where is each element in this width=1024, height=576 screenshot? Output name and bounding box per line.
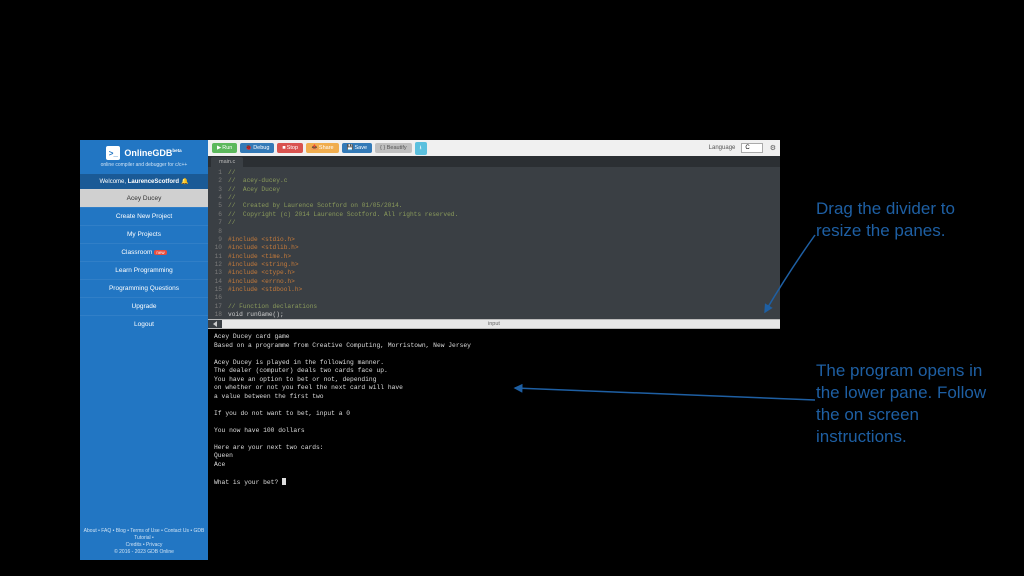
debug-button[interactable]: 🐞 Debug xyxy=(240,143,274,153)
language-label: Language xyxy=(709,145,736,151)
logo-area: >_ OnlineGDBbeta online compiler and deb… xyxy=(80,140,208,174)
sidebar-item-classroom[interactable]: Classroomnew xyxy=(80,243,208,261)
welcome-bar: Welcome, LaurenceScotford🔔 xyxy=(80,174,208,189)
sidebar-footer: About • FAQ • Blog • Terms of Use • Cont… xyxy=(80,524,208,560)
sidebar-item-create-new-project[interactable]: Create New Project xyxy=(80,207,208,225)
collapse-handle-icon[interactable] xyxy=(208,320,222,328)
tagline: online compiler and debugger for c/c++ xyxy=(84,162,204,168)
tab-bar: main.c xyxy=(208,156,780,167)
save-button[interactable]: 💾 Save xyxy=(342,143,372,153)
app-window: >_ OnlineGDBbeta online compiler and deb… xyxy=(80,140,780,560)
download-button[interactable]: ⭳ xyxy=(415,142,427,155)
run-button[interactable]: ▶ Run xyxy=(212,143,237,153)
cursor xyxy=(282,478,286,485)
gear-icon[interactable]: ⚙ xyxy=(770,144,776,152)
logo-text: OnlineGDBbeta xyxy=(124,148,181,158)
sidebar-item-logout[interactable]: Logout xyxy=(80,315,208,333)
tab-main[interactable]: main.c xyxy=(211,157,243,167)
sidebar-item-my-projects[interactable]: My Projects xyxy=(80,225,208,243)
language-select[interactable]: C xyxy=(741,143,762,153)
sidebar-item-acey-ducey[interactable]: Acey Ducey xyxy=(80,189,208,207)
beautify-button[interactable]: { } Beautify xyxy=(375,143,412,153)
stop-button[interactable]: ■ Stop xyxy=(277,143,303,153)
sidebar-item-programming-questions[interactable]: Programming Questions xyxy=(80,279,208,297)
sidebar-item-learn-programming[interactable]: Learn Programming xyxy=(80,261,208,279)
share-button[interactable]: 📤 Share xyxy=(306,143,339,153)
sidebar-item-upgrade[interactable]: Upgrade xyxy=(80,297,208,315)
code-editor[interactable]: 1//2// acey-ducey.c3// Acey Ducey4//5// … xyxy=(208,167,780,319)
divider-label: input xyxy=(488,321,500,327)
bell-icon[interactable]: 🔔 xyxy=(181,179,188,185)
pane-divider[interactable]: input xyxy=(208,319,780,329)
toolbar: ▶ Run 🐞 Debug ■ Stop 📤 Share 💾 Save { } … xyxy=(208,140,780,156)
annotation-divider: Drag the divider to resize the panes. xyxy=(816,198,986,242)
console-output[interactable]: Acey Ducey card game Based on a programm… xyxy=(208,329,780,560)
sidebar: >_ OnlineGDBbeta online compiler and deb… xyxy=(80,140,208,560)
main-area: ▶ Run 🐞 Debug ■ Stop 📤 Share 💾 Save { } … xyxy=(208,140,780,560)
annotation-console: The program opens in the lower pane. Fol… xyxy=(816,360,996,448)
logo-icon: >_ xyxy=(106,146,120,160)
